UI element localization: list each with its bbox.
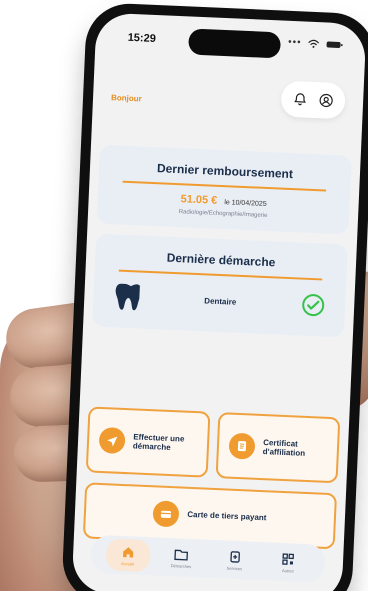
nav-item-autres[interactable]: Autres	[266, 545, 311, 579]
phone-screen: 15:29 ••• Bonjour Dernier remboursement …	[71, 12, 367, 591]
effectuer-demarche-button[interactable]: Effectuer une démarche	[85, 406, 211, 478]
nav-item-accueil[interactable]: Accueil	[105, 538, 151, 573]
effectuer-demarche-label: Effectuer une démarche	[132, 432, 185, 453]
add-document-icon	[230, 550, 240, 563]
card-icon	[152, 500, 180, 528]
nav-item-demarches[interactable]: Démarches	[159, 541, 204, 575]
certificat-affiliation-label: Certificat d'affiliation	[262, 437, 306, 458]
title-rule	[122, 180, 327, 192]
amount-date: le 10/04/2025	[224, 199, 267, 208]
nav-item-services[interactable]: Services	[212, 543, 257, 577]
tooth-icon	[115, 283, 141, 311]
scene: 15:29 ••• Bonjour Dernier remboursement …	[0, 0, 368, 591]
greeting-text: Bonjour	[110, 93, 142, 104]
card-title: Dernier remboursement	[156, 161, 294, 182]
home-icon	[122, 546, 134, 557]
demarche-label: Dentaire	[204, 295, 237, 307]
nav-label: Services	[226, 565, 243, 571]
status-bar: 15:29 •••	[95, 12, 366, 64]
account-icon[interactable]	[317, 91, 336, 110]
card-derniere-demarche[interactable]: Dernière démarche Dentaire	[92, 233, 348, 338]
status-time: 15:29	[127, 31, 157, 45]
document-icon	[228, 432, 256, 460]
nav-label: Démarches	[170, 562, 192, 569]
demarche-row: Dentaire	[107, 279, 332, 325]
qr-icon	[282, 552, 295, 565]
title-rule	[118, 269, 323, 281]
wifi-icon	[308, 39, 320, 48]
phone: 15:29 ••• Bonjour Dernier remboursement …	[61, 1, 368, 591]
nav-label: Accueil	[120, 560, 135, 567]
amount: 51.05 €	[180, 193, 218, 207]
folder-icon	[174, 549, 189, 561]
battery-icon	[326, 41, 343, 48]
dynamic-island	[188, 28, 282, 59]
check-circle-icon	[302, 294, 325, 317]
bell-icon[interactable]	[291, 90, 310, 109]
signal-icon: •••	[287, 36, 302, 49]
card-title: Dernière démarche	[166, 250, 276, 270]
nav-label: Autres	[281, 567, 294, 574]
actions-row: Effectuer une démarche Certificat d'affi…	[85, 406, 341, 484]
certificat-affiliation-button[interactable]: Certificat d'affiliation	[215, 412, 341, 484]
header: Bonjour	[92, 58, 364, 130]
header-actions	[280, 80, 346, 120]
send-icon	[98, 426, 126, 455]
status-icons: •••	[288, 37, 344, 50]
card-dernier-remboursement[interactable]: Dernier remboursement 51.05 € le 10/04/2…	[96, 144, 352, 235]
carte-tiers-payant-label: Carte de tiers payant	[187, 510, 267, 523]
content: Dernier remboursement 51.05 € le 10/04/2…	[83, 144, 361, 348]
